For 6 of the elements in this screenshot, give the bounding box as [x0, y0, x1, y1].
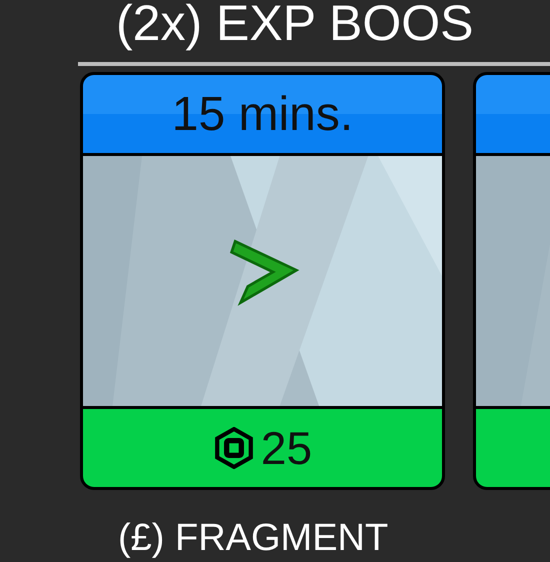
- shop-card[interactable]: 15 mins. 25: [80, 72, 445, 490]
- section-title: (£) FRAGMENT: [117, 516, 388, 560]
- coin-icon: [212, 427, 255, 469]
- price-text: 25: [260, 421, 312, 475]
- section-title: (2x) EXP BOOS: [115, 0, 475, 52]
- duration-label: 15 mins.: [83, 75, 442, 156]
